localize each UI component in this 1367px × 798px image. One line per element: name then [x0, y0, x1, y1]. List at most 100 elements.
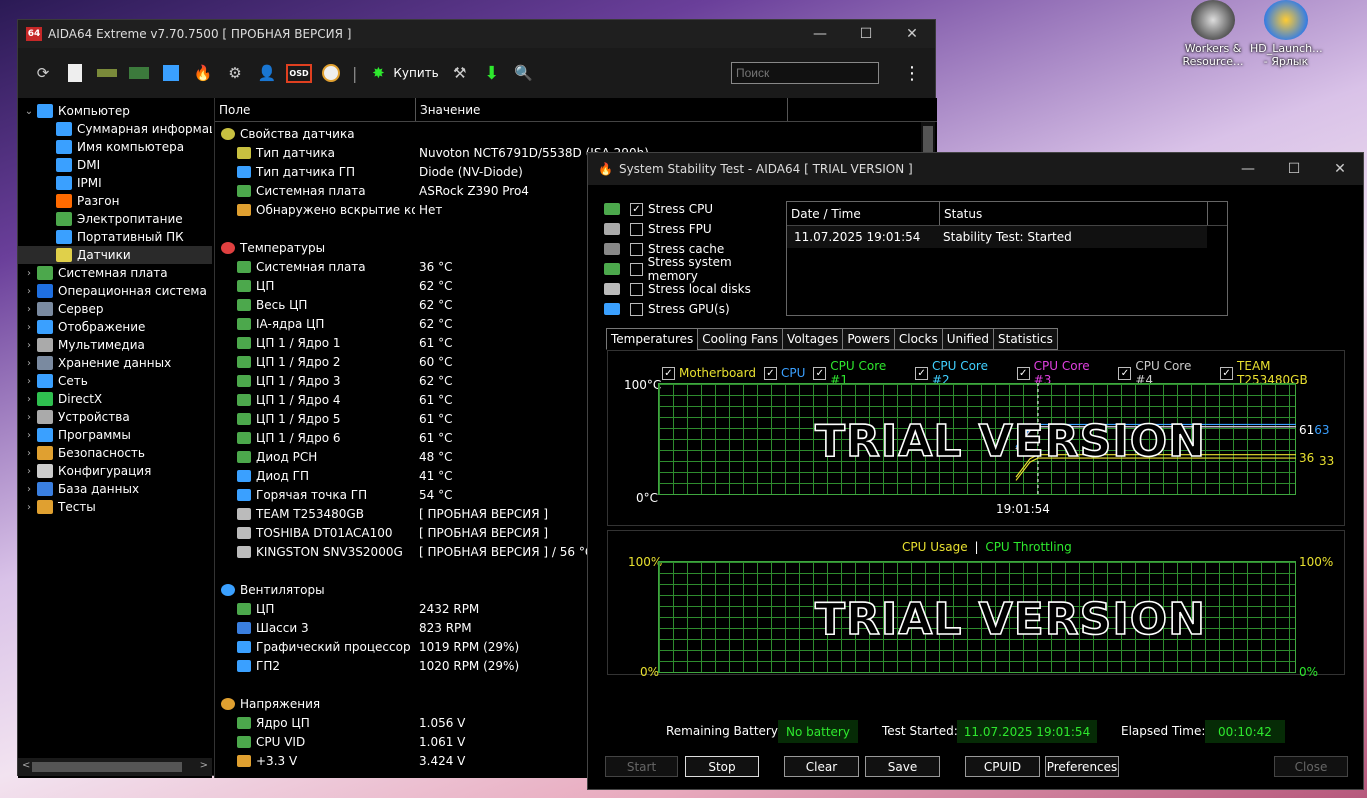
chevron-right-icon[interactable]: › [24, 484, 34, 495]
stress-option[interactable]: Stress system memory [604, 255, 784, 283]
tree-item[interactable]: Электропитание [18, 210, 212, 228]
tab-temperatures[interactable]: Temperatures [606, 328, 699, 350]
tab-clocks[interactable]: Clocks [893, 328, 943, 350]
tree-item[interactable]: DMI [18, 156, 212, 174]
osd-icon[interactable]: OSD [286, 62, 312, 84]
sst-close-button[interactable]: ✕ [1317, 161, 1363, 177]
desktop-icon-workers[interactable]: Workers & Resource... [1177, 0, 1249, 68]
sst-minimize-button[interactable]: — [1225, 161, 1271, 177]
download-arrow-icon[interactable]: ⬇ [481, 62, 503, 84]
log-column-date[interactable]: Date / Time [787, 202, 940, 225]
stress-checkbox[interactable] [629, 262, 643, 276]
tree-item[interactable]: › Системная плата [18, 264, 212, 282]
legend-checkbox[interactable]: ✓ [813, 366, 827, 380]
chevron-right-icon[interactable]: › [24, 286, 34, 297]
column-header-value[interactable]: Значение [416, 98, 788, 121]
tree-item[interactable]: › Тесты [18, 498, 212, 516]
chevron-right-icon[interactable]: › [24, 394, 34, 405]
tree-item[interactable]: ⌄ Компьютер [18, 102, 212, 120]
column-header-field[interactable]: Поле [215, 98, 416, 121]
tree-horizontal-scrollbar[interactable]: < > [18, 758, 212, 776]
buy-button[interactable]: Купить [393, 66, 438, 80]
log-column-status[interactable]: Status [940, 202, 1208, 225]
tree-item[interactable]: Датчики [18, 246, 212, 264]
tree-item[interactable]: › Сеть [18, 372, 212, 390]
chevron-right-icon[interactable]: › [24, 340, 34, 351]
stop-button[interactable]: Stop [685, 756, 759, 777]
chevron-right-icon[interactable]: › [24, 412, 34, 423]
log-row[interactable]: 11.07.2025 19:01:54 Stability Test: Star… [787, 226, 1207, 248]
tree-item[interactable]: › Программы [18, 426, 212, 444]
chevron-right-icon[interactable]: › [24, 466, 34, 477]
search-input[interactable] [731, 62, 879, 84]
report-icon[interactable] [64, 62, 86, 84]
close-dialog-button[interactable]: Close [1274, 756, 1348, 777]
user-icon[interactable]: 👤 [256, 62, 278, 84]
tree-item[interactable]: › DirectX [18, 390, 212, 408]
tree-item[interactable]: › Сервер [18, 300, 212, 318]
tree-item[interactable]: Имя компьютера [18, 138, 212, 156]
stress-checkbox[interactable] [630, 222, 643, 236]
legend-checkbox[interactable]: ✓ [1220, 366, 1234, 380]
legend-item[interactable]: ✓ Motherboard [662, 366, 756, 380]
minimize-button[interactable]: — [797, 26, 843, 42]
tab-cooling-fans[interactable]: Cooling Fans [697, 328, 784, 350]
tree-item[interactable]: › Мультимедиа [18, 336, 212, 354]
chevron-right-icon[interactable]: › [24, 502, 34, 513]
refresh-icon[interactable]: ⟳ [32, 62, 54, 84]
save-button[interactable]: Save [865, 756, 940, 777]
tree-item[interactable]: › Конфигурация [18, 462, 212, 480]
tab-voltages[interactable]: Voltages [782, 328, 844, 350]
tree-item[interactable]: › Операционная система [18, 282, 212, 300]
stress-checkbox[interactable] [630, 282, 643, 296]
tree-item[interactable]: Портативный ПК [18, 228, 212, 246]
cpuid-button[interactable]: CPUID [965, 756, 1040, 777]
menu-icon[interactable]: ⋮ [903, 63, 921, 84]
start-button[interactable]: Start [605, 756, 678, 777]
stress-option[interactable]: ✓ Stress CPU [604, 199, 784, 219]
network-icon[interactable] [160, 62, 182, 84]
close-button[interactable]: ✕ [889, 26, 935, 42]
motherboard-icon[interactable] [128, 62, 150, 84]
chevron-right-icon[interactable]: › [24, 430, 34, 441]
stress-checkbox[interactable] [630, 302, 643, 316]
group-header-row[interactable]: Свойства датчика [215, 124, 937, 143]
legend-checkbox[interactable]: ✓ [763, 366, 777, 380]
tree-item[interactable]: Разгон [18, 192, 212, 210]
sst-maximize-button[interactable]: ☐ [1271, 161, 1317, 177]
chevron-right-icon[interactable]: › [24, 268, 34, 279]
tools-hammer-icon[interactable]: ⚒ [449, 62, 471, 84]
legend-checkbox[interactable]: ✓ [915, 366, 928, 380]
tab-statistics[interactable]: Statistics [993, 328, 1058, 350]
chevron-right-icon[interactable]: › [24, 376, 34, 387]
desktop-icon-hd-launcher[interactable]: HD_Launch... - Ярлык [1250, 0, 1323, 68]
tree-item[interactable]: › Отображение [18, 318, 212, 336]
search-magnifier-icon[interactable]: 🔍 [513, 62, 535, 84]
flame-icon[interactable]: 🔥 [192, 62, 214, 84]
legend-checkbox[interactable]: ✓ [1016, 366, 1030, 380]
tree-item[interactable]: › Устройства [18, 408, 212, 426]
chevron-right-icon[interactable]: › [24, 322, 34, 333]
stress-checkbox[interactable]: ✓ [630, 202, 643, 216]
buy-star-icon[interactable]: ✸ [367, 62, 389, 84]
legend-item[interactable]: ✓ CPU [763, 366, 805, 380]
tree-item[interactable]: IPMI [18, 174, 212, 192]
chevron-right-icon[interactable]: › [24, 304, 34, 315]
tree-item[interactable]: › Хранение данных [18, 354, 212, 372]
tab-powers[interactable]: Powers [842, 328, 895, 350]
chevron-down-icon[interactable]: ⌄ [24, 106, 34, 117]
chevron-right-icon[interactable]: › [24, 448, 34, 459]
preferences-button[interactable]: Preferences [1045, 756, 1119, 777]
tree-item[interactable]: Суммарная информация [18, 120, 212, 138]
legend-checkbox[interactable]: ✓ [1118, 366, 1132, 380]
settings-icon[interactable]: ⚙ [224, 62, 246, 84]
stress-option[interactable]: Stress FPU [604, 219, 784, 239]
clear-button[interactable]: Clear [784, 756, 859, 777]
memory-module-icon[interactable] [96, 62, 118, 84]
tree-item[interactable]: › База данных [18, 480, 212, 498]
stress-option[interactable]: Stress GPU(s) [604, 299, 784, 319]
stress-checkbox[interactable] [630, 242, 643, 256]
maximize-button[interactable]: ☐ [843, 26, 889, 42]
legend-checkbox[interactable]: ✓ [662, 366, 675, 380]
chevron-right-icon[interactable]: › [24, 358, 34, 369]
